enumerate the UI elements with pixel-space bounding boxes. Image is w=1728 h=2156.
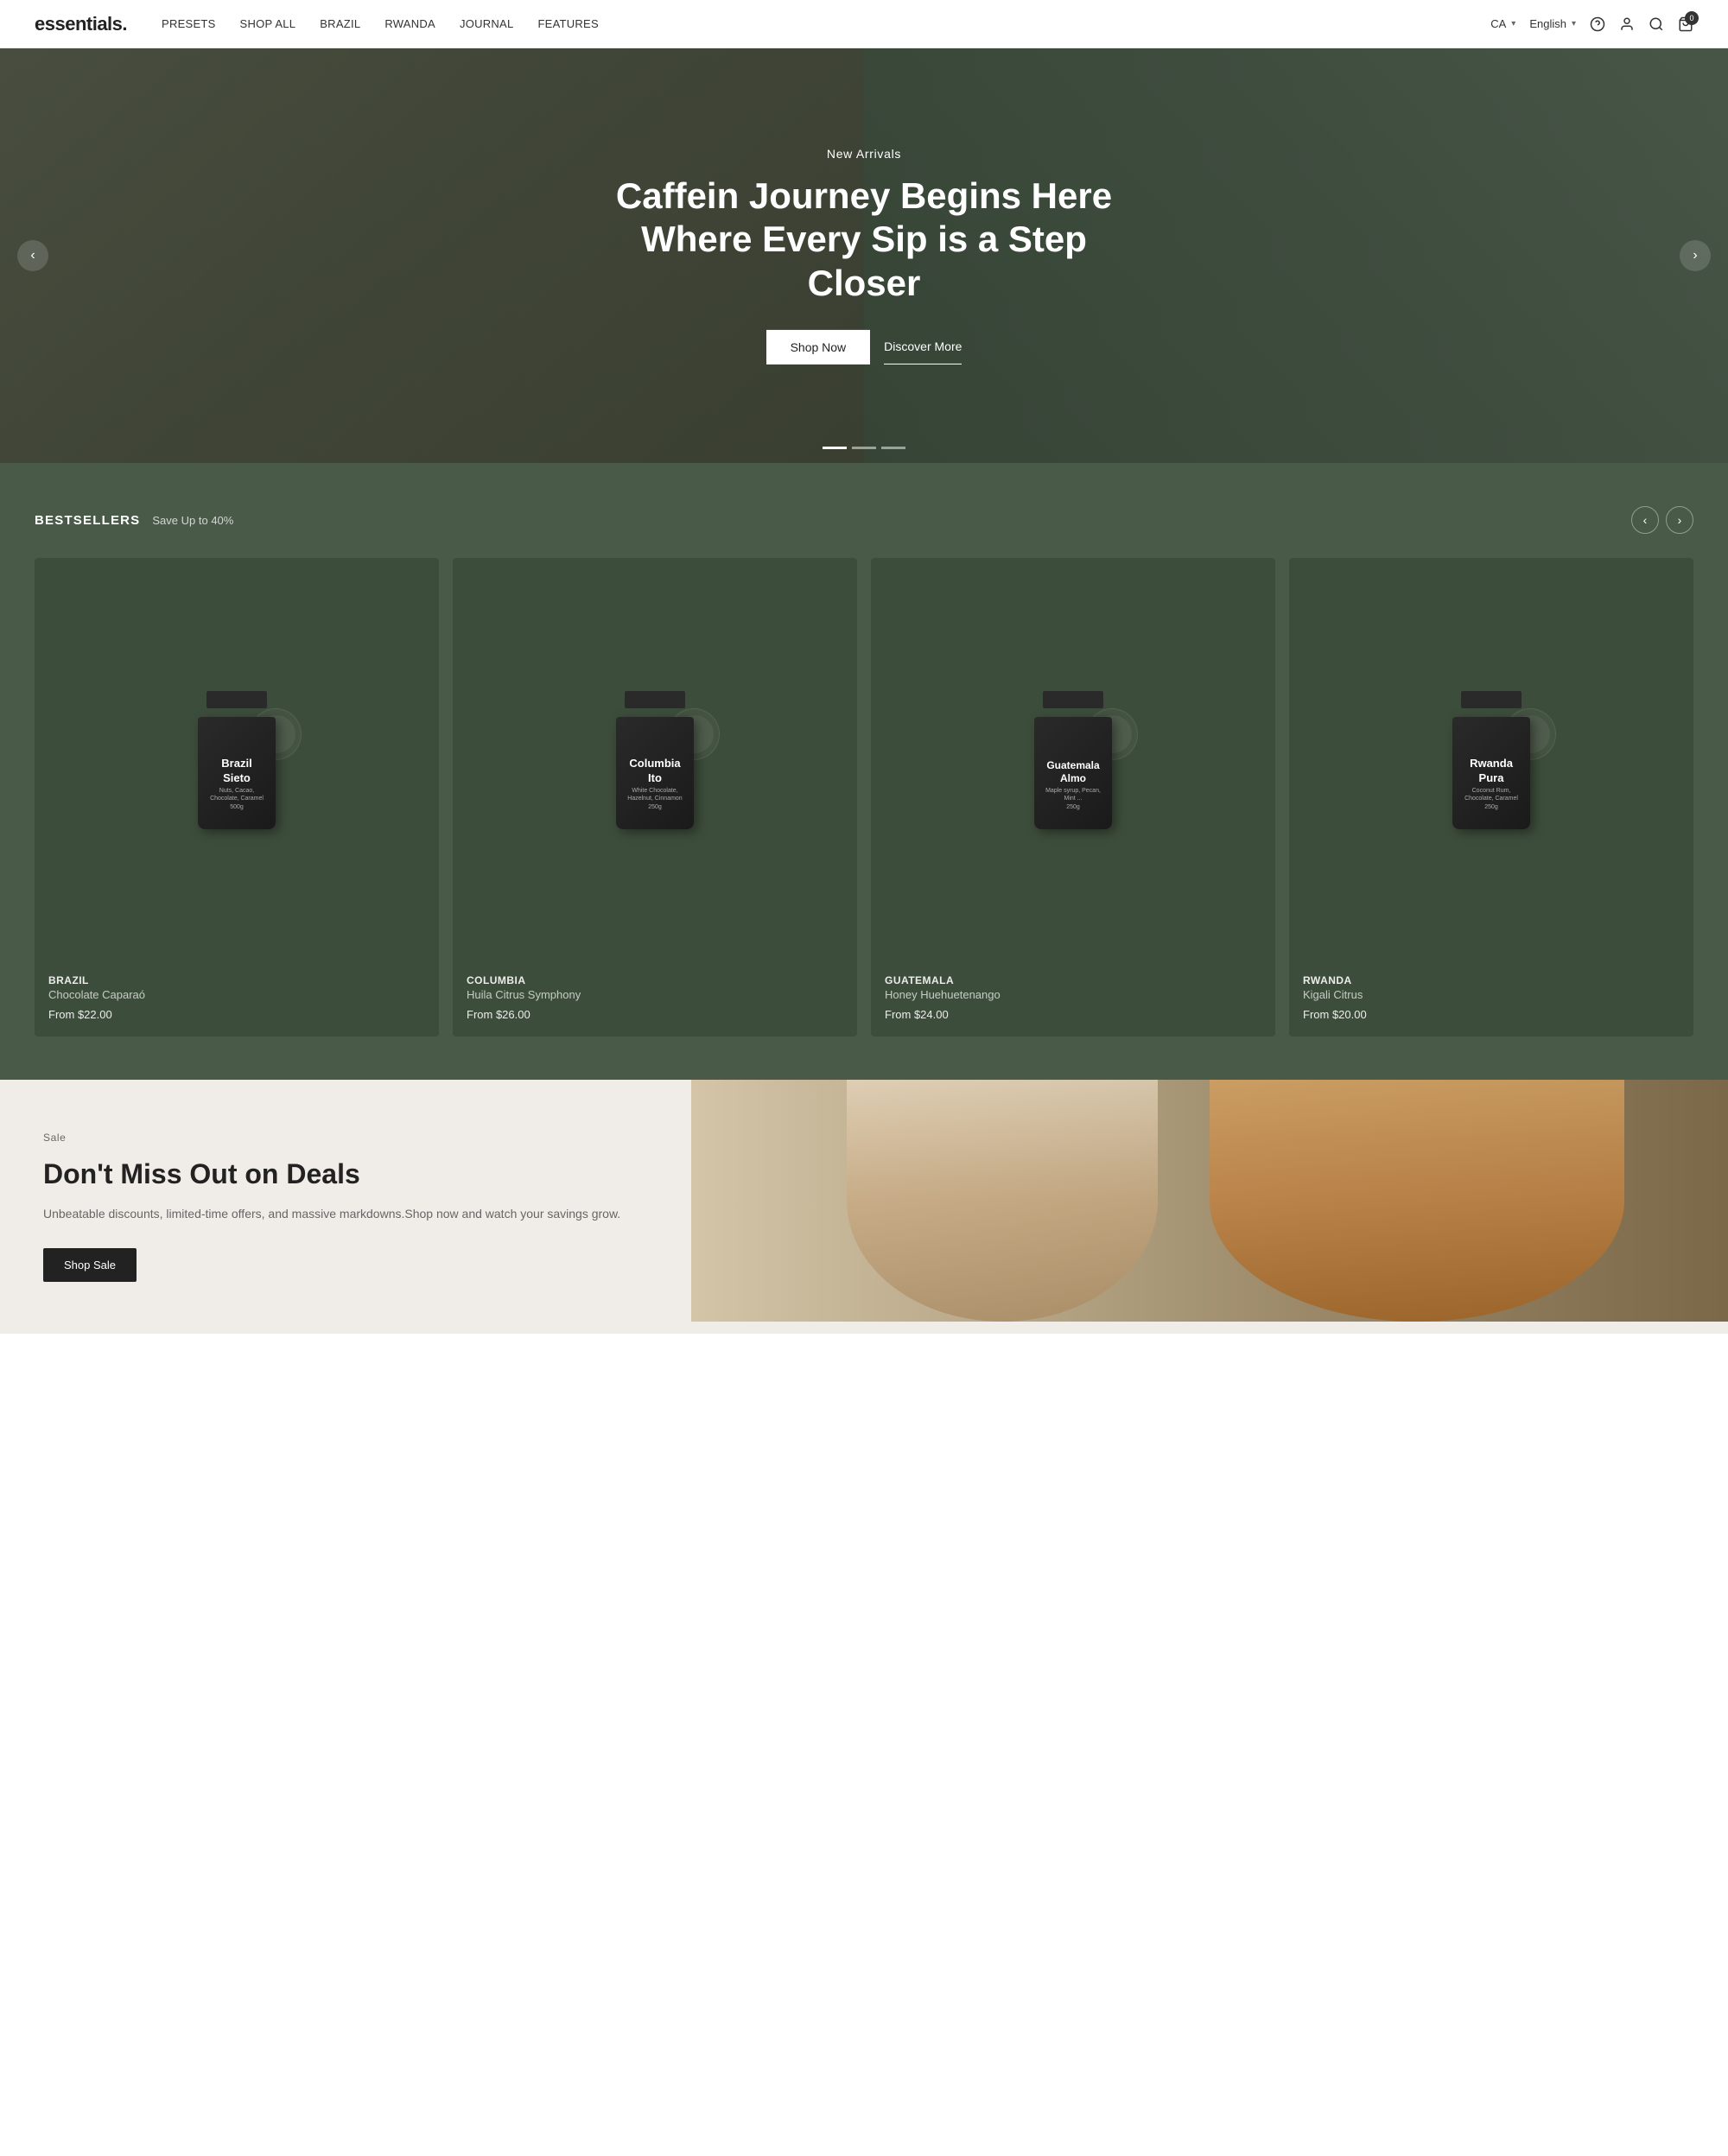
sale-person-right: [1210, 1080, 1624, 1322]
products-next-button[interactable]: ›: [1666, 506, 1693, 534]
coffee-bag-3: GuatemalaAlmo Maple syrup, Pecan, Mint .…: [1021, 691, 1125, 829]
hero-dot-1[interactable]: [823, 447, 847, 449]
nav-journal[interactable]: JOURNAL: [460, 17, 514, 30]
nav-links: PRESETS SHOP ALL BRAZIL RWANDA JOURNAL F…: [162, 17, 599, 30]
products-prev-button[interactable]: ‹: [1631, 506, 1659, 534]
sale-label: Sale: [43, 1132, 66, 1144]
language-selector[interactable]: English ▾: [1529, 17, 1576, 30]
shop-now-button[interactable]: Shop Now: [766, 330, 871, 365]
product-price-4: From $20.00: [1303, 1008, 1680, 1021]
product-price-3: From $24.00: [885, 1008, 1261, 1021]
hero-dot-3[interactable]: [881, 447, 905, 449]
discover-more-button[interactable]: Discover More: [884, 329, 962, 365]
section-header: BESTSELLERS Save Up to 40% ‹ ›: [35, 506, 1693, 534]
product-image-2: ColumbiaIto White Chocolate, Hazelnut, C…: [453, 558, 857, 962]
product-image-1: BrazilSieto Nuts, Cacao, Chocolate, Cara…: [35, 558, 439, 962]
products-grid: BrazilSieto Nuts, Cacao, Chocolate, Cara…: [35, 558, 1693, 1037]
country-chevron-icon: ▾: [1511, 19, 1515, 29]
language-label: English: [1529, 17, 1566, 30]
nav-icons: 0: [1590, 16, 1693, 32]
product-image-3: GuatemalaAlmo Maple syrup, Pecan, Mint .…: [871, 558, 1275, 962]
hero-buttons: Shop Now Discover More: [613, 329, 1115, 365]
sale-section: Sale Don't Miss Out on Deals Unbeatable …: [0, 1080, 1728, 1334]
country-label: CA: [1490, 17, 1506, 30]
nav-features[interactable]: FEATURES: [537, 17, 598, 30]
product-name-3: Honey Huehuetenango: [885, 988, 1261, 1001]
coffee-bag-2: ColumbiaIto White Chocolate, Hazelnut, C…: [603, 691, 707, 829]
nav-rwanda[interactable]: RWANDA: [384, 17, 435, 30]
nav-shop-all[interactable]: SHOP ALL: [240, 17, 296, 30]
hero-prev-button[interactable]: ‹: [17, 240, 48, 271]
hero-dots: [823, 447, 905, 449]
account-icon[interactable]: [1619, 16, 1635, 32]
bestsellers-section: BESTSELLERS Save Up to 40% ‹ › BrazilSie…: [0, 463, 1728, 1080]
product-card-1[interactable]: BrazilSieto Nuts, Cacao, Chocolate, Cara…: [35, 558, 439, 1037]
sale-content: Sale Don't Miss Out on Deals Unbeatable …: [0, 1080, 691, 1334]
sale-description: Unbeatable discounts, limited-time offer…: [43, 1204, 620, 1223]
product-name-1: Chocolate Caparaó: [48, 988, 425, 1001]
product-card-4[interactable]: RwandaPura Coconut Rum, Chocolate, Caram…: [1289, 558, 1693, 1037]
section-nav: ‹ ›: [1631, 506, 1693, 534]
sale-title: Don't Miss Out on Deals: [43, 1157, 360, 1190]
nav-brazil[interactable]: BRAZIL: [320, 17, 360, 30]
product-info-3: Guatemala Honey Huehuetenango From $24.0…: [871, 962, 1275, 1037]
hero-dot-2[interactable]: [852, 447, 876, 449]
language-chevron-icon: ▾: [1572, 19, 1576, 29]
shop-sale-button[interactable]: Shop Sale: [43, 1248, 137, 1282]
sale-image: [691, 1080, 1728, 1322]
product-image-4: RwandaPura Coconut Rum, Chocolate, Caram…: [1289, 558, 1693, 962]
product-price-2: From $26.00: [467, 1008, 843, 1021]
coffee-bag-1: BrazilSieto Nuts, Cacao, Chocolate, Cara…: [185, 691, 289, 829]
product-price-1: From $22.00: [48, 1008, 425, 1021]
section-title: BESTSELLERS: [35, 513, 140, 528]
search-icon[interactable]: [1649, 16, 1664, 32]
product-info-4: Rwanda Kigali Citrus From $20.00: [1289, 962, 1693, 1037]
cart-count: 0: [1685, 11, 1699, 25]
product-card-3[interactable]: GuatemalaAlmo Maple syrup, Pecan, Mint .…: [871, 558, 1275, 1037]
product-info-1: Brazil Chocolate Caparaó From $22.00: [35, 962, 439, 1037]
hero-section: ‹ › New Arrivals Caffein Journey Begins …: [0, 48, 1728, 463]
product-card-2[interactable]: ColumbiaIto White Chocolate, Hazelnut, C…: [453, 558, 857, 1037]
country-selector[interactable]: CA ▾: [1490, 17, 1515, 30]
product-name-2: Huila Citrus Symphony: [467, 988, 843, 1001]
hero-label: New Arrivals: [613, 147, 1115, 161]
product-name-4: Kigali Citrus: [1303, 988, 1680, 1001]
help-icon[interactable]: [1590, 16, 1605, 32]
product-origin-3: Guatemala: [885, 974, 1261, 986]
logo[interactable]: essentials.: [35, 13, 127, 35]
nav-right: CA ▾ English ▾ 0: [1490, 16, 1693, 32]
section-title-wrap: BESTSELLERS Save Up to 40%: [35, 513, 233, 528]
navbar: essentials. PRESETS SHOP ALL BRAZIL RWAN…: [0, 0, 1728, 48]
hero-content: New Arrivals Caffein Journey Begins Here…: [613, 147, 1115, 365]
hero-title: Caffein Journey Begins Here Where Every …: [613, 174, 1115, 305]
product-origin-2: Columbia: [467, 974, 843, 986]
sale-person-left: [847, 1080, 1158, 1322]
hero-next-button[interactable]: ›: [1680, 240, 1711, 271]
cart-icon[interactable]: 0: [1678, 16, 1693, 32]
section-subtitle: Save Up to 40%: [152, 514, 233, 527]
product-origin-1: Brazil: [48, 974, 425, 986]
coffee-bag-4: RwandaPura Coconut Rum, Chocolate, Caram…: [1439, 691, 1543, 829]
product-info-2: Columbia Huila Citrus Symphony From $26.…: [453, 962, 857, 1037]
product-origin-4: Rwanda: [1303, 974, 1680, 986]
nav-presets[interactable]: PRESETS: [162, 17, 216, 30]
